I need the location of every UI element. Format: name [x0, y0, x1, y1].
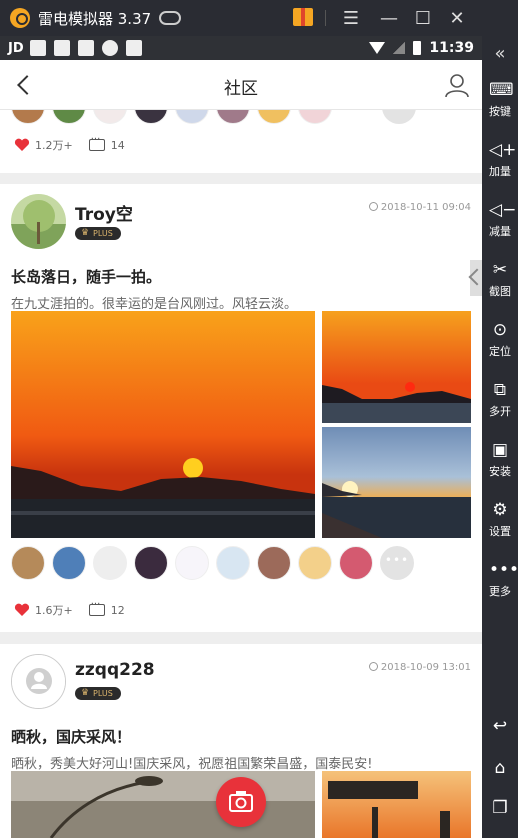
- page-title: 社区: [224, 79, 258, 99]
- author-avatar[interactable]: [11, 194, 66, 249]
- more-icon: •••: [489, 560, 518, 580]
- post-photo-bottom-right[interactable]: [322, 427, 471, 538]
- notification-icon: [101, 40, 118, 56]
- volume-up-icon: ◁+: [489, 140, 517, 160]
- heart-icon[interactable]: [14, 603, 30, 617]
- back-arrow-icon: ↩: [492, 716, 508, 736]
- avatar[interactable]: [11, 546, 45, 580]
- gift-icon[interactable]: [293, 8, 313, 26]
- emulator-sidebar: « ⌨ 按键 ◁+ 加量 ◁− 减量 ✂ 截图 ⊙ 定位 ⧉ 多开 ▣ 安装 ⚙ 设置 ••• 更…: [482, 36, 518, 838]
- default-avatar-icon: [12, 655, 65, 708]
- notification-icon: [29, 40, 46, 56]
- post-header: zzqq228 PLUS 2018-10-09 13:01: [0, 654, 482, 712]
- gamepad-icon[interactable]: [159, 11, 182, 25]
- keyboard-icon: ⌨: [489, 80, 514, 100]
- avatar[interactable]: [257, 546, 291, 580]
- emulator-title-bar: 雷电模拟器 3.37 ☰ — ☐ ✕: [0, 0, 518, 36]
- likes-count: 1.2万+: [35, 139, 73, 152]
- sidebar-item-volume-down[interactable]: ◁− 减量: [482, 200, 518, 239]
- post-stats: 1.6万+ 12: [0, 597, 125, 623]
- android-status-bar: JD 11:39: [0, 36, 482, 60]
- more-avatars-button[interactable]: [380, 546, 414, 580]
- menu-icon[interactable]: ☰: [334, 0, 368, 36]
- avatar[interactable]: [134, 546, 168, 580]
- clock-icon: [368, 662, 378, 671]
- author-name[interactable]: Troy空: [75, 200, 133, 225]
- avatar[interactable]: [339, 546, 373, 580]
- side-pager-arrow[interactable]: [470, 260, 482, 296]
- maximize-icon[interactable]: ☐: [406, 0, 440, 36]
- comments-count: 14: [110, 138, 125, 152]
- post-photo-top-right[interactable]: [322, 311, 471, 423]
- volume-down-icon: ◁−: [489, 200, 517, 220]
- android-home-button[interactable]: ⌂: [482, 758, 518, 781]
- emulator-logo-icon: [10, 8, 30, 28]
- app-screen: 社区 1.2万+ 14: [0, 60, 482, 838]
- likes-count: 1.6万+: [35, 604, 73, 617]
- sidebar-item-screenshot[interactable]: ✂ 截图: [482, 260, 518, 299]
- sidebar-item-more[interactable]: ••• 更多: [482, 560, 518, 599]
- recent-apps-icon: ❐: [492, 798, 508, 818]
- post-text: 晒秋，秀美大好河山!国庆采风，祝愿祖国繁荣昌盛，国泰民安!: [11, 757, 373, 772]
- post-date: 2018-10-09 13:01: [368, 662, 471, 673]
- status-time: 11:39: [429, 40, 474, 56]
- plus-badge: PLUS: [75, 687, 121, 700]
- emulator-title: 雷电模拟器 3.37: [38, 9, 152, 28]
- sidebar-item-location[interactable]: ⊙ 定位: [482, 320, 518, 359]
- status-app-label: JD: [8, 40, 24, 56]
- notification-icon: [77, 40, 94, 56]
- notification-icon: [53, 40, 70, 56]
- location-pin-icon: ⊙: [492, 320, 508, 340]
- avatar[interactable]: [175, 546, 209, 580]
- battery-icon: [413, 41, 422, 55]
- avatar[interactable]: [52, 546, 86, 580]
- post-stats: 1.2万+ 14: [0, 132, 482, 158]
- apk-icon: ▣: [491, 440, 509, 460]
- multi-window-icon: ⧉: [493, 380, 507, 400]
- post-title: 晒秋，国庆采风！: [11, 728, 132, 746]
- post-photo-main[interactable]: [11, 311, 315, 538]
- avatar[interactable]: [93, 546, 127, 580]
- scissors-icon: ✂: [492, 260, 508, 280]
- avatar[interactable]: [216, 546, 250, 580]
- liker-avatars: [0, 546, 414, 580]
- minimize-icon[interactable]: —: [372, 0, 406, 36]
- author-name[interactable]: zzqq228: [75, 660, 155, 680]
- app-header: 社区: [0, 60, 482, 110]
- sidebar-item-multi[interactable]: ⧉ 多开: [482, 380, 518, 419]
- gear-icon: ⚙: [492, 500, 508, 520]
- post-text: 在九丈涯拍的。很幸运的是台风刚过。风轻云淡。: [11, 297, 298, 312]
- comments-count: 12: [110, 603, 125, 617]
- signal-icon: [393, 42, 406, 54]
- post-photo-main[interactable]: [11, 771, 315, 838]
- camera-button[interactable]: [216, 777, 266, 827]
- camera-icon: [229, 791, 253, 812]
- clock-icon: [368, 202, 378, 211]
- sidebar-item-install[interactable]: ▣ 安装: [482, 440, 518, 479]
- comment-icon[interactable]: [88, 134, 105, 151]
- comment-icon[interactable]: [88, 599, 105, 616]
- collapse-icon[interactable]: «: [482, 36, 518, 72]
- post-card: Troy空 PLUS 2018-10-11 09:04 长岛落日，随手一拍。 在…: [0, 184, 482, 632]
- android-back-button[interactable]: ↩: [482, 716, 518, 739]
- post-photo-top-right[interactable]: [322, 771, 471, 838]
- post-date: 2018-10-11 09:04: [368, 202, 471, 213]
- user-icon[interactable]: [444, 72, 470, 98]
- post-title: 长岛落日，随手一拍。: [11, 268, 162, 286]
- plus-badge: PLUS: [75, 227, 121, 240]
- home-icon: ⌂: [494, 758, 506, 778]
- notification-icon: [125, 40, 142, 56]
- close-icon[interactable]: ✕: [440, 0, 474, 36]
- author-avatar[interactable]: [11, 654, 66, 709]
- heart-icon[interactable]: [14, 138, 30, 152]
- sidebar-item-settings[interactable]: ⚙ 设置: [482, 500, 518, 539]
- author-avatar-image: [11, 194, 66, 249]
- sidebar-item-volume-up[interactable]: ◁+ 加量: [482, 140, 518, 179]
- android-recent-button[interactable]: ❐: [482, 798, 518, 821]
- post-header: Troy空 PLUS 2018-10-11 09:04: [0, 194, 482, 252]
- avatar[interactable]: [298, 546, 332, 580]
- sidebar-item-keymap[interactable]: ⌨ 按键: [482, 80, 518, 119]
- title-divider: [325, 10, 326, 26]
- wifi-icon: [369, 42, 386, 54]
